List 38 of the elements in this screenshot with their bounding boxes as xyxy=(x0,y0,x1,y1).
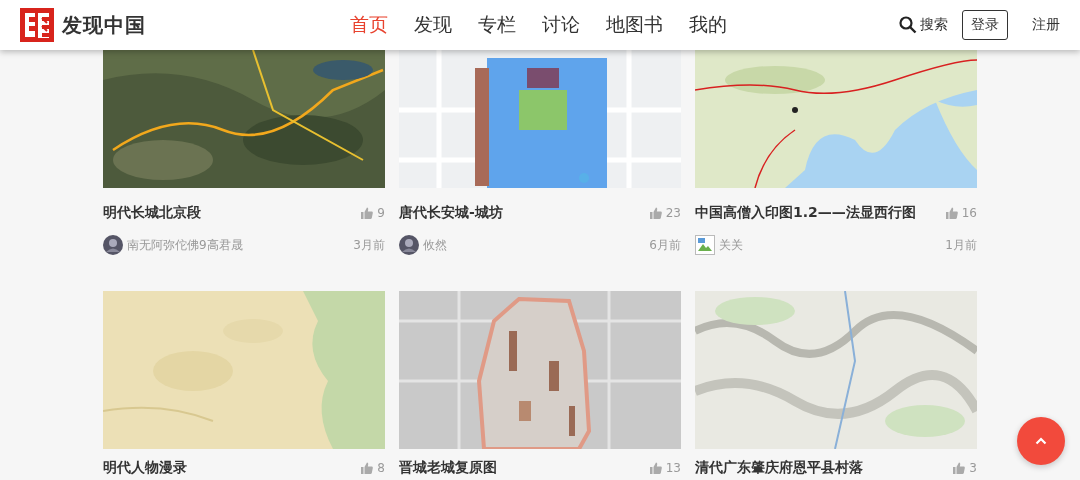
search-link[interactable]: 搜索 xyxy=(899,16,948,34)
nav-tab[interactable]: 地图书 xyxy=(606,8,663,42)
nav-tab[interactable]: 我的 xyxy=(689,8,727,42)
nav-tab[interactable]: 发现 xyxy=(414,8,452,42)
thumbs-up-icon xyxy=(945,207,958,219)
chevron-up-icon xyxy=(1035,437,1047,445)
thumbs-up-icon xyxy=(361,207,374,219)
nav-tab[interactable]: 专栏 xyxy=(478,8,516,42)
map-title[interactable]: 明代长城北京段 xyxy=(103,204,201,222)
site-name: 发现中国 xyxy=(62,11,146,39)
map-title[interactable]: 唐代长安城-城坊 xyxy=(399,204,503,222)
post-time: 1月前 xyxy=(945,236,977,254)
login-button[interactable]: 登录 xyxy=(962,10,1008,40)
map-title[interactable]: 明代人物漫录 xyxy=(103,459,187,477)
map-title[interactable]: 中国高僧入印图1.2——法显西行图 xyxy=(695,204,916,222)
thumbs-up-icon xyxy=(649,207,662,219)
avatar-icon xyxy=(103,235,123,255)
post-time: 6月前 xyxy=(649,236,681,254)
thumbs-up-icon xyxy=(953,462,966,474)
post-time: 3月前 xyxy=(353,236,385,254)
register-link[interactable]: 注册 xyxy=(1032,16,1060,34)
logo-icon[interactable] xyxy=(20,8,54,42)
nav-tab[interactable]: 首页 xyxy=(350,8,388,42)
thumbs-up-icon xyxy=(649,462,662,474)
back-to-top-button[interactable] xyxy=(1017,417,1065,465)
like-count: 9 xyxy=(377,206,385,220)
like-count: 23 xyxy=(665,206,681,220)
nav-tab[interactable]: 讨论 xyxy=(542,8,580,42)
like-count: 13 xyxy=(665,461,681,475)
like-count: 3 xyxy=(969,461,977,475)
like-count: 8 xyxy=(377,461,385,475)
like-count: 16 xyxy=(961,206,977,220)
broken-image-icon xyxy=(695,235,715,255)
map-title[interactable]: 清代广东肇庆府恩平县村落 xyxy=(695,459,863,477)
search-icon xyxy=(899,16,917,34)
avatar-icon xyxy=(399,235,419,255)
thumbs-up-icon xyxy=(361,462,374,474)
map-title[interactable]: 晋城老城复原图 xyxy=(399,459,497,477)
